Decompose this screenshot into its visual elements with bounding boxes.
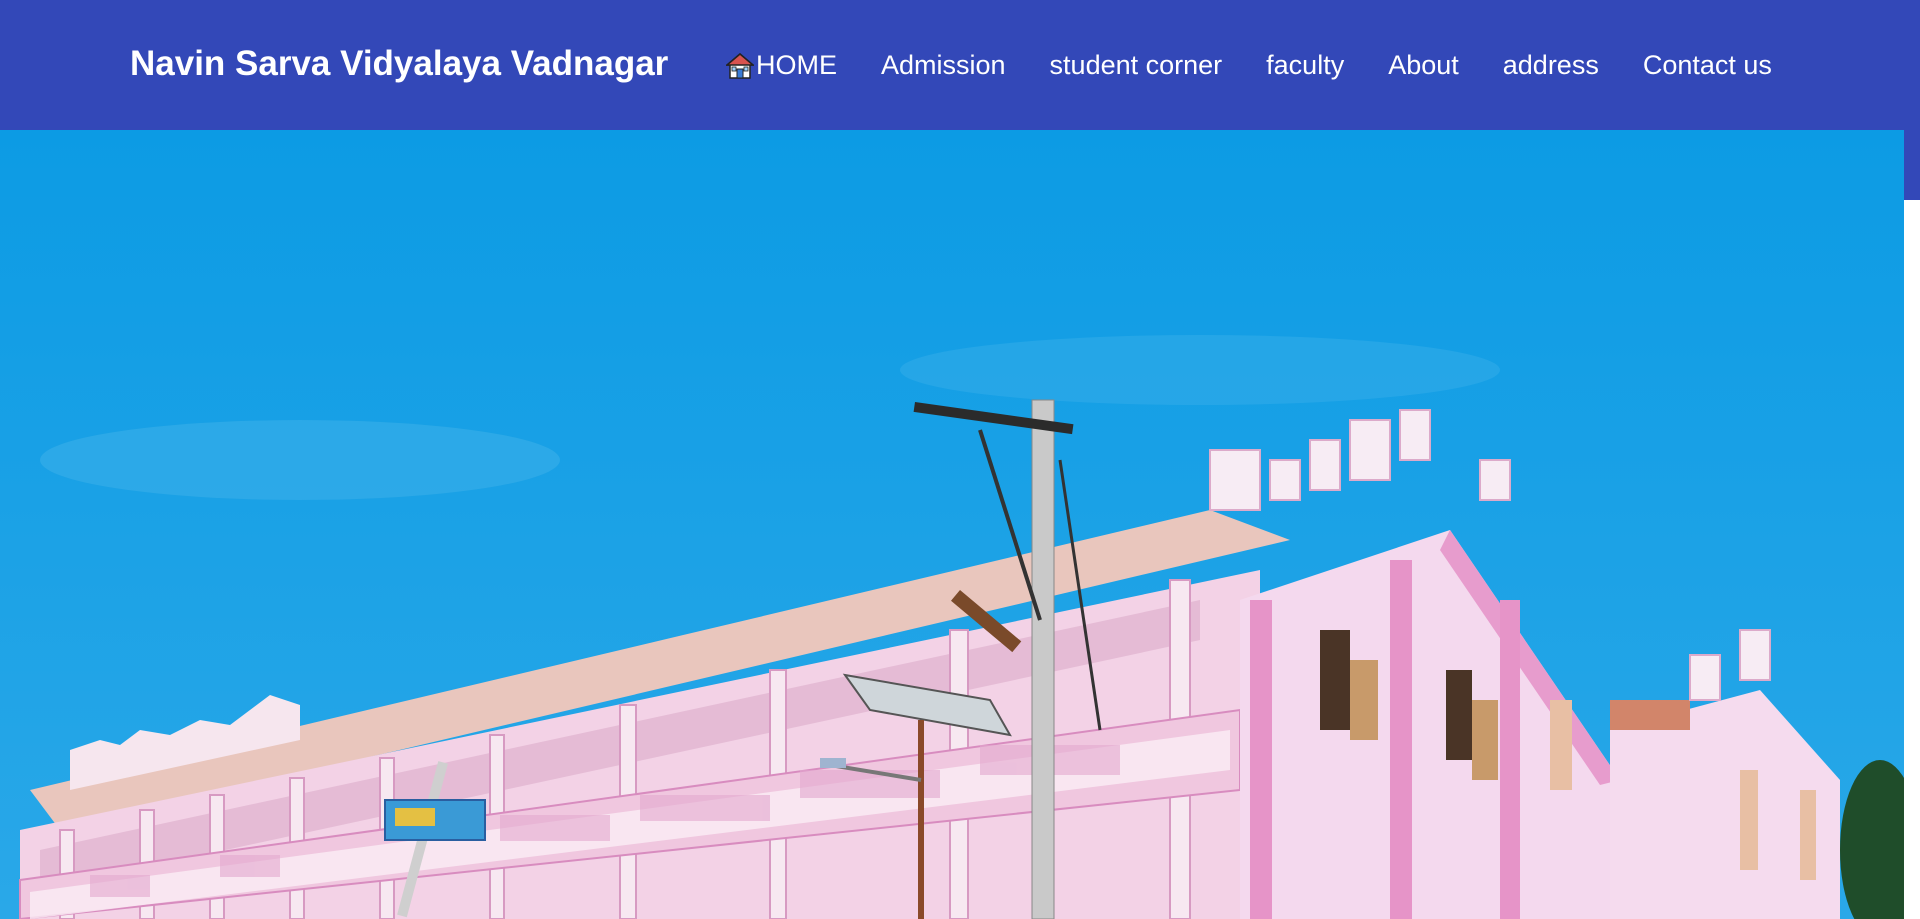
site-title[interactable]: Navin Sarva Vidyalaya Vadnagar xyxy=(130,44,668,84)
nav-item-student-corner[interactable]: student corner xyxy=(1050,50,1223,81)
nav-item-admission[interactable]: Admission xyxy=(881,50,1006,81)
nav-item-about[interactable]: About xyxy=(1388,50,1459,81)
nav-item-address[interactable]: address xyxy=(1503,50,1599,81)
school-building-photo xyxy=(0,130,1904,919)
main-nav: HOME Admission student corner faculty Ab… xyxy=(724,50,1772,81)
navbar: Navin Sarva Vidyalaya Vadnagar HOME Admi… xyxy=(0,0,1920,130)
nav-item-contact-us[interactable]: Contact us xyxy=(1643,50,1772,81)
hero-image xyxy=(0,130,1904,919)
nav-item-home[interactable]: HOME xyxy=(724,50,837,81)
house-icon xyxy=(724,52,756,80)
nav-item-faculty[interactable]: faculty xyxy=(1266,50,1344,81)
nav-item-home-label: HOME xyxy=(756,50,837,80)
